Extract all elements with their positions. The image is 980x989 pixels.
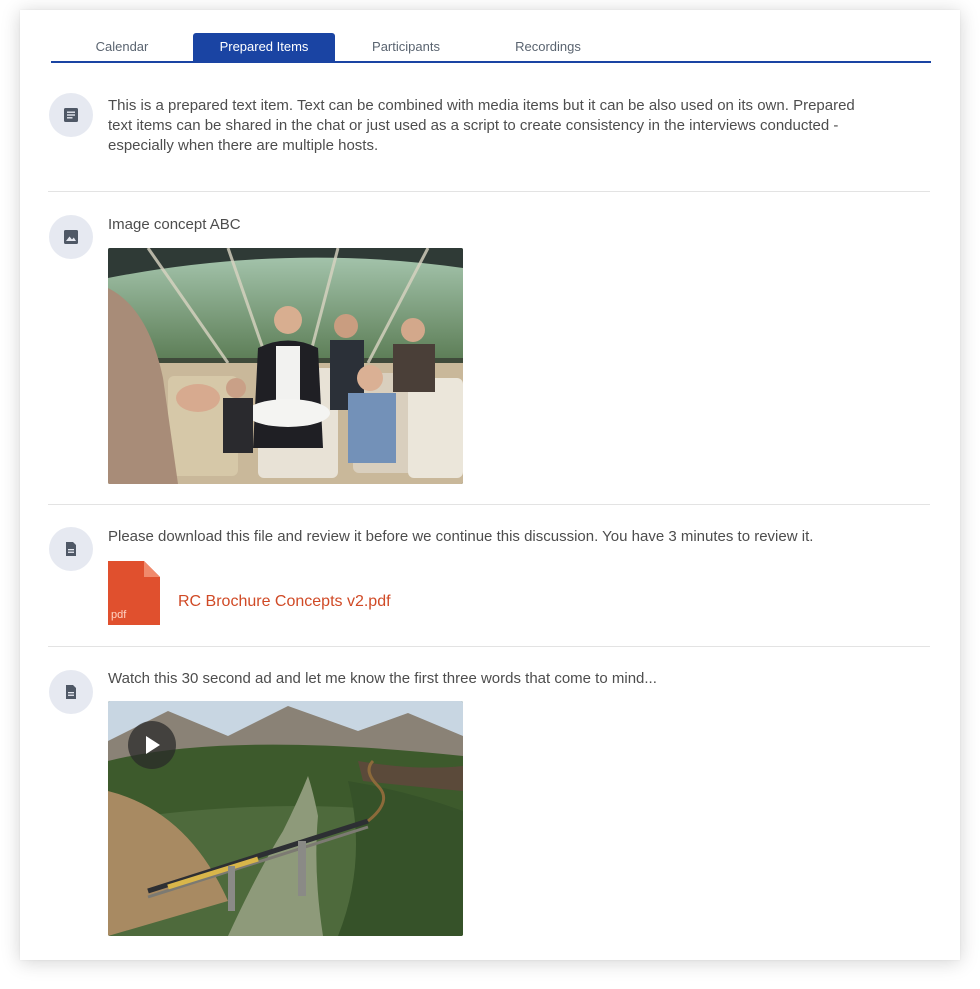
play-button[interactable] xyxy=(128,721,176,769)
play-icon xyxy=(146,736,160,754)
image-icon xyxy=(49,215,93,259)
prepared-item-image[interactable]: Image concept ABC xyxy=(48,215,930,505)
divider xyxy=(48,646,930,647)
prepared-item-video[interactable]: Watch this 30 second ad and let me know … xyxy=(48,669,930,939)
prepared-item-file[interactable]: Please download this file and review it … xyxy=(48,527,930,647)
tab-bar: Calendar Prepared Items Participants Rec… xyxy=(51,33,931,63)
tab-participants[interactable]: Participants xyxy=(335,33,477,61)
file-instructions: Please download this file and review it … xyxy=(108,528,814,545)
file-icon xyxy=(49,670,93,714)
pdf-download-link[interactable]: RC Brochure Concepts v2.pdf xyxy=(178,593,391,611)
tab-prepared-items[interactable]: Prepared Items xyxy=(193,33,335,61)
file-icon xyxy=(49,527,93,571)
tab-calendar[interactable]: Calendar xyxy=(51,33,193,61)
svg-text:pdf: pdf xyxy=(111,609,127,621)
video-player[interactable] xyxy=(108,701,463,936)
video-instructions: Watch this 30 second ad and let me know … xyxy=(108,670,657,687)
prepared-text-body: This is a prepared text item. Text can b… xyxy=(108,97,855,154)
tab-recordings[interactable]: Recordings xyxy=(477,33,619,61)
train-interior-image[interactable] xyxy=(108,248,463,484)
divider xyxy=(48,191,930,192)
prepared-item-text[interactable]: This is a prepared text item. Text can b… xyxy=(48,92,930,192)
divider xyxy=(48,504,930,505)
text-document-icon xyxy=(49,93,93,137)
pdf-file-icon[interactable]: pdf xyxy=(108,561,160,625)
prepared-items-panel: Calendar Prepared Items Participants Rec… xyxy=(20,10,960,960)
image-caption: Image concept ABC xyxy=(108,216,241,233)
